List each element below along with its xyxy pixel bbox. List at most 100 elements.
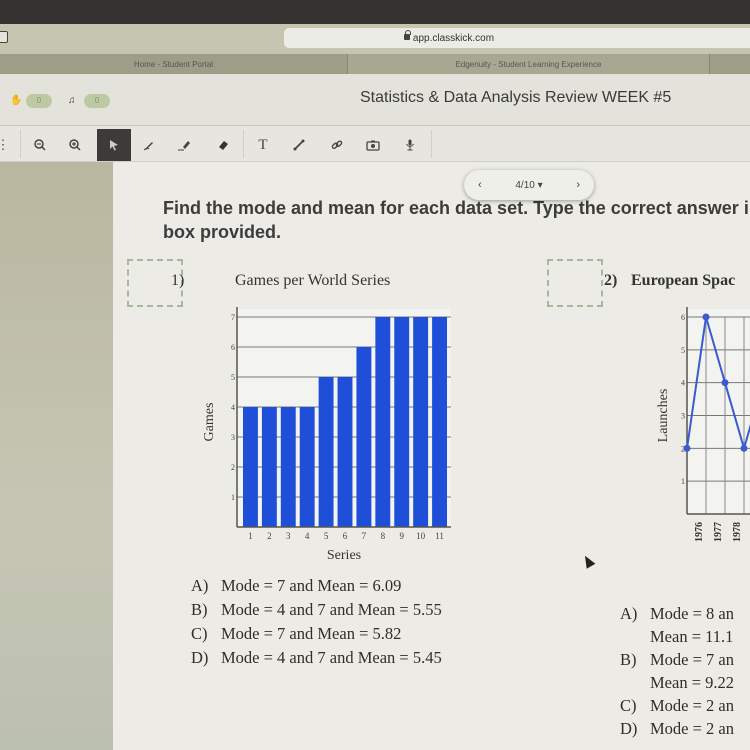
y-tick-label: 6 — [231, 343, 235, 352]
worksheet-page: ‹ 4/10 ▾ › Find the mode and mean for ea… — [113, 162, 750, 750]
line-chart-european-space-launches: 1234561976197719781979Launches — [656, 307, 750, 542]
choice-text: Mode = 4 and 7 and Mean = 5.45 — [221, 648, 442, 667]
zoom-out-icon[interactable] — [23, 129, 57, 161]
data-point — [721, 379, 729, 387]
bar — [280, 407, 296, 527]
camera-icon[interactable] — [356, 129, 390, 161]
audio-record-icon[interactable] — [393, 129, 427, 161]
choice-q1-c[interactable]: C) Mode = 7 and Mean = 5.82 — [191, 622, 442, 646]
pen-icon[interactable] — [132, 129, 166, 161]
text-tool-icon[interactable]: T — [246, 129, 280, 161]
y-tick-label: 6 — [681, 313, 685, 322]
x-tick-label: 2 — [267, 531, 272, 541]
y-tick-label: 5 — [681, 346, 685, 355]
line-tool-icon[interactable] — [282, 129, 316, 161]
choice-q2-d[interactable]: D) Mode = 2 an — [620, 717, 734, 740]
x-tick-label: 5 — [324, 531, 329, 541]
y-axis-label: Games — [202, 403, 217, 442]
zoom-in-icon[interactable] — [58, 129, 92, 161]
x-tick-label: 6 — [343, 531, 348, 541]
menu-icon[interactable]: ⋮ — [0, 129, 20, 161]
bar — [356, 347, 372, 527]
choice-text: Mode = 2 an — [650, 719, 734, 738]
y-tick-label: 4 — [681, 379, 685, 388]
sidebar-toggle-icon[interactable] — [0, 31, 8, 43]
toolbar-divider — [431, 130, 432, 158]
choice-q2-c[interactable]: C) Mode = 2 an — [620, 694, 734, 717]
screen-bezel — [0, 0, 750, 24]
choice-letter: B) — [191, 600, 208, 619]
choice-letter: D) — [620, 719, 638, 738]
choice-letter: C) — [620, 696, 637, 715]
lock-icon — [403, 30, 411, 40]
bell-icon: ♫ — [68, 95, 76, 106]
address-bar[interactable]: app.classkick.com — [284, 28, 750, 48]
x-tick-label: 9 — [399, 531, 404, 541]
bar — [394, 317, 410, 527]
mouse-cursor-icon — [580, 553, 596, 569]
bar — [299, 407, 315, 527]
x-tick-label: 3 — [286, 531, 291, 541]
choice-q2-b[interactable]: B) Mode = 7 an — [620, 648, 734, 671]
choice-q2-a-continued: Mean = 11.1 — [650, 627, 734, 646]
link-icon[interactable] — [320, 129, 354, 161]
prev-page-button[interactable]: ‹ — [478, 179, 482, 191]
tab-edgenuity[interactable]: Edgenuity - Student Learning Experience — [348, 54, 710, 74]
x-tick-label: 1977 — [713, 522, 724, 542]
choice-q1-d[interactable]: D) Mode = 4 and 7 and Mean = 5.45 — [191, 646, 442, 670]
bar — [413, 317, 429, 527]
x-tick-label: 10 — [416, 531, 426, 541]
notification-counter[interactable]: ♫ 0 — [68, 94, 110, 108]
y-tick-label: 5 — [231, 373, 235, 382]
data-point — [683, 444, 691, 452]
select-pointer-icon[interactable] — [97, 129, 131, 161]
hand-count: 0 — [26, 94, 52, 108]
choice-text: Mode = 8 an — [650, 604, 734, 623]
y-tick-label: 1 — [231, 493, 235, 502]
highlighter-icon[interactable] — [168, 129, 202, 161]
choice-q2-a[interactable]: A) Mode = 8 an — [620, 602, 734, 625]
x-tick-label: 1976 — [694, 522, 705, 542]
chart-title-q1: Games per World Series — [235, 272, 391, 289]
y-tick-label: 1 — [681, 477, 685, 486]
choice-text: Mode = 7 and Mean = 5.82 — [221, 624, 402, 643]
eraser-icon[interactable] — [206, 129, 240, 161]
choice-text: Mode = 7 and Mean = 6.09 — [221, 576, 402, 595]
bell-count: 0 — [84, 94, 110, 108]
y-tick-label: 4 — [231, 403, 235, 412]
page-select-dropdown[interactable]: 4/10 ▾ — [515, 180, 542, 191]
question-number: 1) — [171, 272, 185, 289]
choice-text: Mode = 7 an — [650, 650, 734, 669]
bar — [432, 317, 447, 527]
x-tick-label: 11 — [435, 531, 444, 541]
tab-bar: Home - Student Portal Edgenuity - Studen… — [0, 54, 750, 74]
bar-chart-games-per-world-series: 1 2 3 4 5 6 7 1 2 3 4 5 6 7 8 9 10 11 Series Games — [202, 307, 451, 563]
instructions-text: Find the mode and mean for each data set… — [163, 198, 750, 242]
x-axis-label: Series — [327, 548, 361, 563]
choice-q1-a[interactable]: A) Mode = 7 and Mean = 6.09 — [191, 574, 442, 598]
hand-raise-counter[interactable]: ✋ 0 — [10, 94, 52, 108]
choice-letter: C) — [191, 624, 208, 643]
next-page-button[interactable]: › — [576, 179, 580, 191]
app-header: ✋ 0 ♫ 0 Statistics & Data Analysis Revie… — [0, 74, 750, 126]
url-text: app.classkick.com — [412, 32, 495, 44]
browser-chrome: app.classkick.com — [0, 24, 750, 54]
choice-text: Mode = 4 and 7 and Mean = 5.55 — [221, 600, 442, 619]
x-tick-label: 7 — [362, 531, 367, 541]
x-tick-label: 1978 — [732, 522, 743, 542]
tab-label: Edgenuity - Student Learning Experience — [455, 59, 602, 69]
left-panel — [0, 162, 113, 750]
chart-title-q2: European Spac — [631, 272, 736, 289]
y-tick-label: 3 — [681, 412, 685, 421]
answer-box-q2[interactable] — [547, 259, 603, 307]
choice-letter: B) — [620, 650, 637, 669]
bar — [261, 407, 277, 527]
choice-q1-b[interactable]: B) Mode = 4 and 7 and Mean = 5.55 — [191, 598, 442, 622]
bar — [318, 377, 334, 527]
drawing-toolbar: ⋮ T — [0, 126, 750, 162]
tab-home-student-portal[interactable]: Home - Student Portal — [0, 54, 348, 74]
bar — [243, 407, 258, 527]
choices-q2: A) Mode = 8 an Mean = 11.1 B) Mode = 7 an … — [620, 602, 734, 740]
choice-letter: A) — [620, 604, 638, 623]
y-tick-label: 2 — [231, 463, 235, 472]
